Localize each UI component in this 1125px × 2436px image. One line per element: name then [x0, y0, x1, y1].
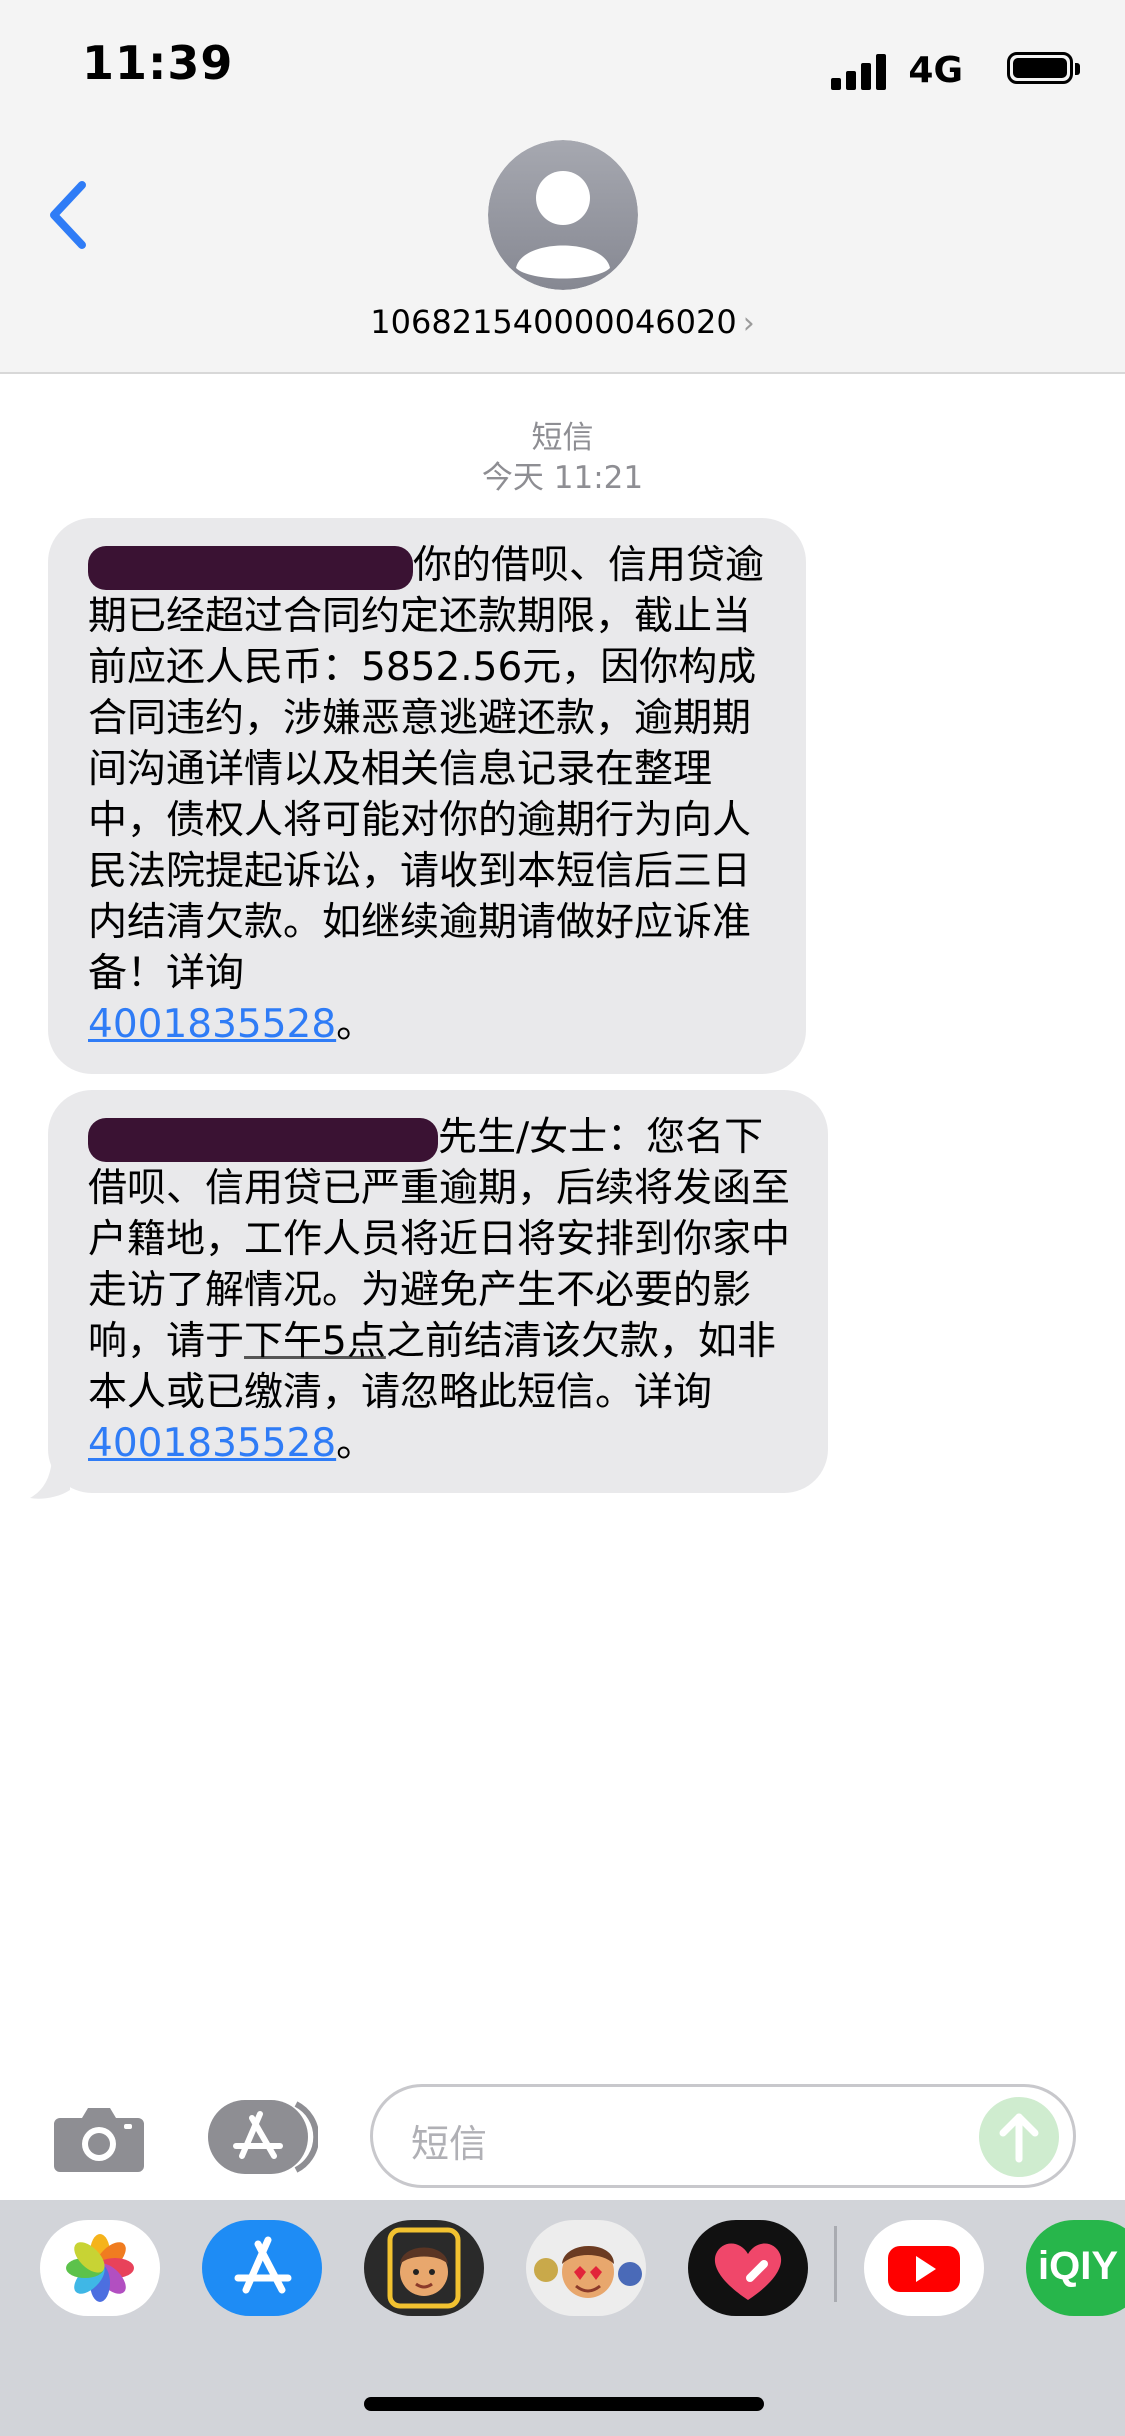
phone-link[interactable]: 4001835528 [88, 1421, 336, 1466]
iqiyi-app-button[interactable]: iQIY [1026, 2220, 1125, 2316]
arrow-up-icon [999, 2113, 1039, 2163]
heart-icon [714, 2243, 782, 2300]
message-input[interactable]: 短信 [370, 2084, 1076, 2188]
network-type: 4G [908, 50, 963, 91]
drawer-divider [834, 2226, 837, 2302]
redacted-text [88, 545, 413, 590]
message-bubble[interactable]: 先生/女士：您名下借呗、信用贷已严重逾期，后续将发函至户籍地，工作人员将近日将安… [48, 1090, 828, 1493]
iqiyi-icon: iQIY [1038, 2244, 1119, 2288]
app-store-icon [234, 2236, 292, 2294]
message-text-end: 。 [336, 1421, 376, 1466]
photos-app-button[interactable] [40, 2220, 160, 2316]
youtube-icon [888, 2246, 960, 2292]
status-indicators: 4G [783, 44, 1083, 96]
message-timestamp: 今天 11:21 [481, 460, 644, 496]
photos-icon [66, 2234, 134, 2302]
chevron-left-icon [50, 181, 86, 249]
contact-number: 106821540000046020 [370, 303, 737, 341]
message-text: 你的借呗、信用贷逾期已经超过合同约定还款期限，截止当前应还人民币：5852.56… [88, 543, 765, 996]
status-time: 11:39 [82, 36, 234, 90]
camera-button[interactable] [52, 2104, 146, 2174]
battery-icon [1007, 52, 1080, 84]
memoji-icon [387, 2227, 461, 2309]
memoji-stickers-app-button[interactable] [526, 2220, 646, 2316]
home-indicator[interactable] [364, 2397, 764, 2411]
memoji-stickers-icon [534, 2246, 642, 2298]
message-bubble[interactable]: 你的借呗、信用贷逾期已经超过合同约定还款期限，截止当前应还人民币：5852.56… [48, 518, 806, 1074]
highlighted-time: 下午5点 [244, 1319, 386, 1364]
chevron-right-icon: › [742, 306, 755, 341]
contact-number-button[interactable]: 106821540000046020 › [0, 303, 1125, 341]
send-button[interactable] [979, 2097, 1059, 2177]
service-label: 短信 [531, 420, 594, 456]
person-icon [488, 140, 638, 290]
back-button[interactable] [40, 175, 100, 255]
app-store-drawer-button[interactable] [208, 2100, 320, 2174]
heart-app-button[interactable] [688, 2220, 808, 2316]
camera-icon [54, 2108, 144, 2172]
redacted-text [88, 1117, 438, 1162]
bubble-tail [30, 1460, 70, 1499]
phone-link[interactable]: 4001835528 [88, 1002, 336, 1047]
cellular-signal-icon [831, 52, 887, 90]
conversation-header: 11:39 4G 106821540000046020 › [0, 0, 1125, 374]
message-placeholder: 短信 [411, 2122, 488, 2166]
contact-avatar[interactable] [488, 140, 638, 290]
youtube-app-button[interactable] [864, 2220, 984, 2316]
app-store-icon [208, 2100, 320, 2174]
message-text-end: 。 [336, 1002, 376, 1047]
app-store-app-button[interactable] [202, 2220, 322, 2316]
memoji-app-button[interactable] [364, 2220, 484, 2316]
